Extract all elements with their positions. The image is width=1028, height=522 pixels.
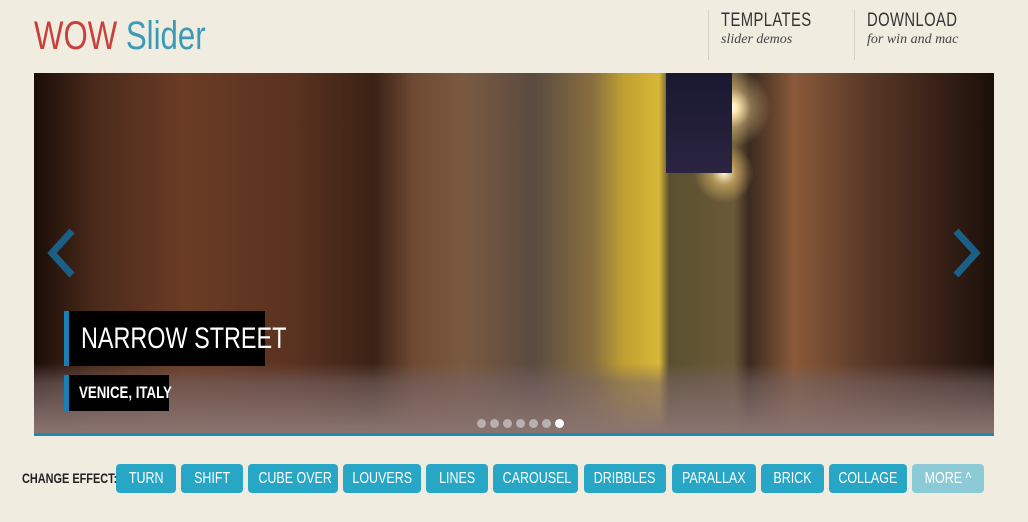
slide-dot[interactable]: [529, 419, 538, 428]
prev-arrow-icon[interactable]: [42, 223, 82, 283]
nav-download-subtitle: for win and mac: [867, 32, 959, 47]
slide-dot[interactable]: [490, 419, 499, 428]
caption-title-text: NARROW STREET: [81, 322, 287, 355]
effect-button-cube-over[interactable]: CUBE OVER: [248, 464, 338, 493]
slide-sky: [666, 73, 732, 173]
effect-button-brick[interactable]: BRICK: [761, 464, 824, 493]
next-arrow-icon[interactable]: [946, 223, 986, 283]
nav-download[interactable]: DOWNLOAD for win and mac: [854, 10, 983, 60]
effect-button-carousel[interactable]: CAROUSEL: [493, 464, 578, 493]
effect-button-lines[interactable]: LINES: [426, 464, 488, 493]
logo-wow: WOW: [34, 14, 118, 58]
effect-button-dribbles[interactable]: DRIBBLES: [584, 464, 666, 493]
nav-templates-subtitle: slider demos: [721, 32, 793, 47]
caption-subtitle-text: VENICE, ITALY: [79, 383, 172, 402]
nav-templates-title: TEMPLATES: [721, 10, 812, 31]
slide-dot[interactable]: [555, 419, 564, 428]
caption-subtitle: VENICE, ITALY: [64, 375, 172, 411]
slide-image: NARROW STREET VENICE, ITALY: [34, 73, 994, 433]
caption-title: NARROW STREET: [64, 311, 286, 366]
slide-dot[interactable]: [542, 419, 551, 428]
effect-button-collage[interactable]: COLLAGE: [829, 464, 907, 493]
slide-dot[interactable]: [477, 419, 486, 428]
more-effects-button[interactable]: MORE ^: [912, 464, 984, 493]
progress-bar: [34, 433, 994, 436]
slide-dots: [477, 419, 564, 428]
effect-button-parallax[interactable]: PARALLAX: [672, 464, 756, 493]
logo-slider: Slider: [125, 14, 206, 58]
logo[interactable]: WOW Slider: [34, 12, 254, 60]
effect-button-louvers[interactable]: LOUVERS: [343, 464, 421, 493]
nav-download-title: DOWNLOAD: [867, 10, 958, 31]
slide-dot[interactable]: [516, 419, 525, 428]
nav-templates[interactable]: TEMPLATES slider demos: [708, 10, 837, 60]
slide-dot[interactable]: [503, 419, 512, 428]
effect-button-turn[interactable]: TURN: [116, 464, 176, 493]
effect-button-shift[interactable]: SHIFT: [181, 464, 243, 493]
